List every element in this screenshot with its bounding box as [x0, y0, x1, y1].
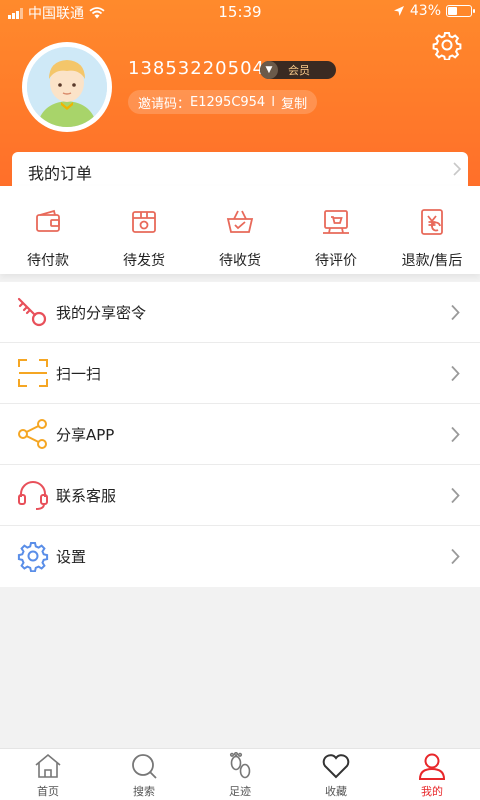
order-status-row: 待付款 待发货 待收货 待评价 退款/售后 [0, 186, 480, 274]
menu-item-label: 联系客服 [56, 486, 117, 505]
home-icon [35, 753, 61, 778]
member-badge-label: 会员 [288, 64, 310, 77]
chevron-right-icon [451, 426, 460, 443]
tab-label: 足迹 [229, 785, 251, 798]
avatar[interactable] [22, 42, 112, 132]
settings-menu: 我的分享密令 扫一扫 分享APP 联系客服 设置 [0, 282, 480, 587]
wallet-icon [36, 209, 60, 232]
basket-icon [226, 210, 254, 233]
headset-icon [18, 481, 48, 510]
tab-label: 收藏 [325, 785, 347, 798]
battery-percent: 43% [409, 3, 441, 19]
search-icon [132, 754, 157, 779]
tab-search[interactable]: 搜索 [96, 749, 192, 800]
menu-item-label: 设置 [56, 548, 87, 566]
phone-number: 13853220504 [128, 58, 265, 79]
gear-icon[interactable] [432, 30, 462, 60]
tab-label: 首页 [37, 785, 59, 798]
order-item-label: 待收货 [219, 253, 261, 269]
refund-icon [421, 209, 443, 235]
invite-code: E1295C954 [190, 94, 266, 110]
location-arrow-icon [393, 6, 404, 16]
tab-label: 搜索 [133, 785, 155, 798]
share-icon [18, 419, 47, 449]
menu-share-password[interactable]: 我的分享密令 [0, 282, 480, 343]
menu-item-label: 扫一扫 [56, 364, 102, 383]
order-pending-receipt[interactable]: 待收货 [192, 186, 288, 274]
scan-icon [18, 359, 48, 387]
tab-label: 我的 [421, 785, 443, 798]
order-refund-aftersale[interactable]: 退款/售后 [384, 186, 480, 274]
member-badge: ▼ 会员 [260, 61, 336, 79]
order-item-label: 待发货 [123, 253, 165, 269]
vip-icon: ▼ [260, 61, 278, 79]
chevron-right-icon [451, 487, 460, 504]
menu-scan[interactable]: 扫一扫 [0, 343, 480, 404]
chevron-right-icon [453, 162, 462, 176]
order-item-label: 待评价 [315, 253, 357, 269]
settings-icon [17, 542, 49, 572]
menu-item-label: 分享APP [56, 425, 115, 444]
package-icon [132, 211, 156, 233]
invite-label: 邀请码： [138, 96, 191, 112]
my-orders-header[interactable]: 我的订单 [12, 152, 468, 186]
chevron-right-icon [451, 548, 460, 565]
chevron-right-icon [451, 365, 460, 382]
order-pending-payment[interactable]: 待付款 [0, 186, 96, 274]
invite-separator: I [271, 94, 276, 110]
battery-icon [446, 5, 475, 17]
tab-favorites[interactable]: 收藏 [288, 749, 384, 800]
order-pending-review[interactable]: 待评价 [288, 186, 384, 274]
key-icon [17, 297, 47, 327]
invite-code-bar: 邀请码： E1295C954 I 复制 [128, 90, 318, 114]
bottom-tab-bar: 首页 搜索 足迹 收藏 我的 [0, 748, 480, 800]
review-icon [323, 210, 349, 234]
tab-home[interactable]: 首页 [0, 749, 96, 800]
menu-customer-service[interactable]: 联系客服 [0, 465, 480, 526]
menu-settings[interactable]: 设置 [0, 526, 480, 587]
copy-button[interactable]: 复制 [281, 93, 307, 112]
heart-icon [322, 754, 350, 779]
user-icon [418, 753, 446, 780]
menu-item-label: 我的分享密令 [56, 303, 147, 322]
tab-mine[interactable]: 我的 [384, 749, 480, 800]
my-orders-title: 我的订单 [28, 164, 93, 183]
order-item-label: 待付款 [27, 253, 69, 269]
menu-share-app[interactable]: 分享APP [0, 404, 480, 465]
footprint-icon [229, 752, 251, 779]
avatar-illustration [27, 47, 107, 127]
tab-footprint[interactable]: 足迹 [192, 749, 288, 800]
battery-fill [448, 7, 458, 15]
chevron-right-icon [451, 304, 460, 321]
order-item-label: 退款/售后 [401, 253, 463, 269]
order-pending-shipment[interactable]: 待发货 [96, 186, 192, 274]
status-bar: 中国联通 15:39 43% [0, 0, 480, 24]
